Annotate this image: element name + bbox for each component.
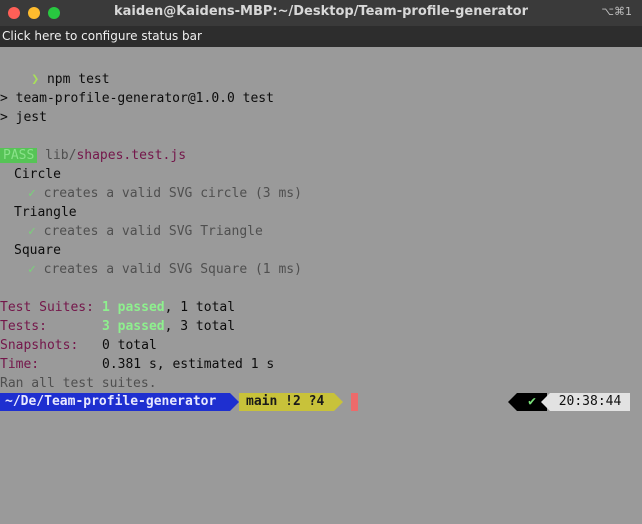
test-name: creates a valid SVG Triangle <box>43 224 263 239</box>
pass-badge: PASS <box>0 148 38 163</box>
command-text: npm test <box>46 72 110 87</box>
window-title: kaiden@Kaidens-MBP:~/Desktop/Team-profil… <box>113 4 529 19</box>
summary-time: Time: 0.381 s, estimated 1 s <box>0 355 274 374</box>
test-name: creates a valid SVG circle (3 ms) <box>43 186 302 201</box>
prompt-time: 20:38:44 <box>550 393 630 411</box>
file-name: shapes.test.js <box>76 148 187 163</box>
cursor-block <box>351 393 358 411</box>
file-dir: lib/ <box>45 148 77 163</box>
summary-total: , 3 total <box>164 319 236 334</box>
window-shortcut: ⌥⌘1 <box>601 5 632 18</box>
suite-name: Circle <box>14 167 61 182</box>
command-line: ❯ npm test <box>0 51 109 87</box>
check-icon: ✓ <box>28 262 36 277</box>
prompt-path-segment: ~/De/Team-profile-generator <box>0 393 230 411</box>
summary-label: Snapshots: <box>0 338 79 353</box>
status-separator-icon <box>508 393 517 411</box>
summary-value: 0.381 s, estimated 1 s <box>102 357 275 372</box>
summary-label: Test Suites: <box>0 300 94 315</box>
summary-label: Time: <box>0 357 40 372</box>
summary-tests: Tests: 3 passed, 3 total <box>0 317 235 336</box>
time-separator-icon <box>541 393 550 411</box>
summary-label: Tests: <box>0 319 47 334</box>
test-result-line: ✓ creates a valid SVG Square (1 ms) <box>28 260 302 279</box>
summary-passed: 1 passed <box>102 300 165 315</box>
prompt-git-segment: main !2 ?4 <box>239 393 334 411</box>
test-result-line: ✓ creates a valid SVG Triangle <box>28 222 263 241</box>
summary-snapshots: Snapshots: 0 total <box>0 336 157 355</box>
git-separator-icon <box>334 393 343 411</box>
check-icon: ✓ <box>28 186 36 201</box>
test-result-line: ✓ creates a valid SVG circle (3 ms) <box>28 184 302 203</box>
path-separator-icon <box>230 393 239 411</box>
summary-total: , 1 total <box>164 300 236 315</box>
status-bar-config[interactable]: Click here to configure status bar <box>0 26 642 47</box>
test-name: creates a valid SVG Square (1 ms) <box>43 262 302 277</box>
ran-all-line: Ran all test suites. <box>0 376 157 391</box>
script-header: > team-profile-generator@1.0.0 test <box>0 91 274 106</box>
test-file-line: PASS lib/shapes.test.js <box>0 146 186 165</box>
suite-name: Triangle <box>14 205 77 220</box>
summary-value: 0 total <box>102 338 157 353</box>
check-icon: ✓ <box>28 224 36 239</box>
suite-name: Square <box>14 243 61 258</box>
summary-passed: 3 passed <box>102 319 165 334</box>
prompt-icon: ❯ <box>31 72 40 87</box>
summary-suites: Test Suites: 1 passed, 1 total <box>0 298 235 317</box>
title-bar: kaiden@Kaidens-MBP:~/Desktop/Team-profil… <box>0 0 642 26</box>
script-command: > jest <box>0 110 47 125</box>
